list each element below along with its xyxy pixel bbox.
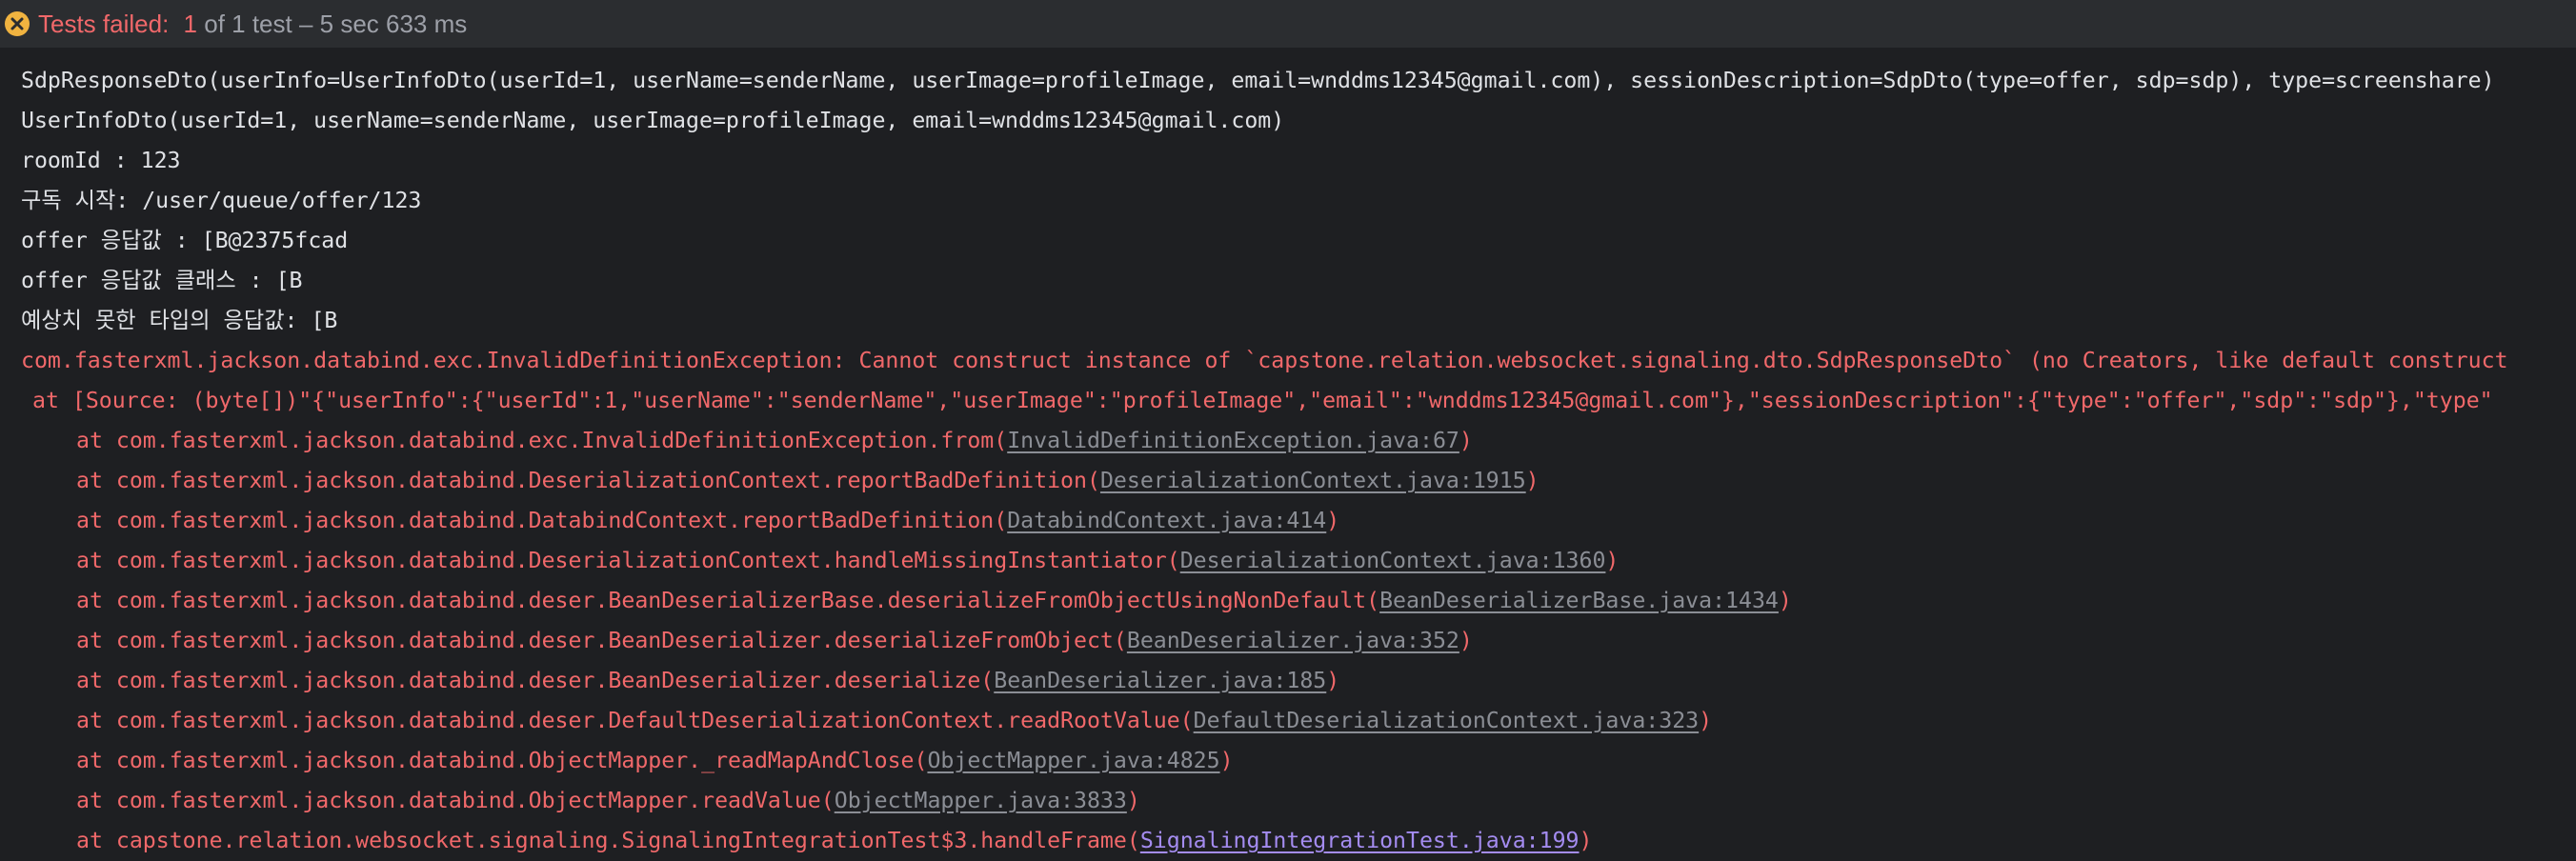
output-line: SdpResponseDto(userInfo=UserInfoDto(user…	[21, 68, 2495, 93]
stack-frame-link[interactable]: DatabindContext.java:414	[1007, 508, 1326, 533]
test-status-bar: Tests failed: 1 of 1 test – 5 sec 633 ms	[0, 0, 2576, 48]
stack-frame: at com.fasterxml.jackson.databind.exc.In…	[0, 421, 2576, 461]
stack-frame-link[interactable]: DeserializationContext.java:1915	[1100, 468, 1526, 493]
stack-frame-tail: )	[1459, 428, 1473, 453]
error-circle-icon	[4, 10, 30, 37]
tests-failed-label: Tests failed:	[38, 9, 170, 38]
stack-frame: at com.fasterxml.jackson.databind.deser.…	[0, 621, 2576, 661]
stack-frame-method: at com.fasterxml.jackson.databind.deser.…	[76, 588, 1380, 613]
stack-frame-tail: )	[1778, 588, 1792, 613]
stack-frame: at capstone.relation.websocket.signaling…	[0, 821, 2576, 861]
stack-frame-method: at com.fasterxml.jackson.databind.exc.In…	[76, 428, 1008, 453]
stack-frame-link[interactable]: DeserializationContext.java:1360	[1180, 548, 1606, 573]
stack-frame-link[interactable]: InvalidDefinitionException.java:67	[1007, 428, 1459, 453]
stack-frame-tail: )	[1459, 628, 1473, 653]
stack-frame-tail: )	[1605, 548, 1620, 573]
stack-frame-link[interactable]: ObjectMapper.java:4825	[927, 748, 1219, 773]
stack-frame-method: at com.fasterxml.jackson.databind.Databi…	[76, 508, 1008, 533]
stack-frame: at com.fasterxml.jackson.databind.deser.…	[0, 581, 2576, 621]
stack-frame-link[interactable]: ObjectMapper.java:3833	[835, 788, 1127, 813]
output-line: 예상치 못한 타입의 응답값: [B	[21, 308, 338, 333]
output-line: offer 응답값 클래스 : [B	[21, 268, 303, 293]
exception-source: at [Source: (byte[])"{"userInfo":{"userI…	[32, 388, 2493, 413]
stack-frame: at com.fasterxml.jackson.databind.Deseri…	[0, 541, 2576, 581]
stack-frame-method: at com.fasterxml.jackson.databind.Deseri…	[76, 548, 1180, 573]
stack-frame: at com.fasterxml.jackson.databind.Object…	[0, 741, 2576, 781]
stack-frame-method: at com.fasterxml.jackson.databind.Object…	[76, 788, 835, 813]
output-line: UserInfoDto(userId=1, userName=senderNam…	[21, 108, 1285, 133]
console-output[interactable]: SdpResponseDto(userInfo=UserInfoDto(user…	[0, 61, 2576, 861]
stack-frame: at com.fasterxml.jackson.databind.deser.…	[0, 661, 2576, 701]
stack-frame-tail: )	[1579, 828, 1593, 853]
stack-frame-method: at capstone.relation.websocket.signaling…	[76, 828, 1140, 853]
stack-frame-tail: )	[1699, 708, 1713, 733]
output-line: 구독 시작: /user/queue/offer/123	[21, 188, 422, 213]
stack-frame-tail: )	[1326, 508, 1340, 533]
output-line: roomId : 123	[21, 148, 181, 173]
stack-frame-method: at com.fasterxml.jackson.databind.deser.…	[76, 708, 1194, 733]
failed-count: 1	[183, 9, 197, 38]
stack-frame-tail: )	[1126, 788, 1140, 813]
stack-frame-link[interactable]: SignalingIntegrationTest.java:199	[1140, 828, 1580, 853]
test-summary: of 1 test – 5 sec 633 ms	[204, 9, 468, 38]
exception-message: com.fasterxml.jackson.databind.exc.Inval…	[21, 348, 2508, 373]
stack-frame-tail: )	[1525, 468, 1540, 493]
stack-frame: at com.fasterxml.jackson.databind.Object…	[0, 781, 2576, 821]
output-line: offer 응답값 : [B@2375fcad	[21, 228, 349, 253]
stack-frame-tail: )	[1219, 748, 1234, 773]
stack-frame-tail: )	[1326, 668, 1340, 693]
stack-frame-method: at com.fasterxml.jackson.databind.deser.…	[76, 668, 995, 693]
stack-frame-link[interactable]: BeanDeserializer.java:352	[1127, 628, 1459, 653]
stack-frame-link[interactable]: BeanDeserializer.java:185	[994, 668, 1326, 693]
stack-frame: at com.fasterxml.jackson.databind.Databi…	[0, 501, 2576, 541]
stack-frame: at com.fasterxml.jackson.databind.deser.…	[0, 701, 2576, 741]
stack-frame: at com.fasterxml.jackson.databind.Deseri…	[0, 461, 2576, 501]
stack-frame-method: at com.fasterxml.jackson.databind.Deseri…	[76, 468, 1100, 493]
stack-frame-method: at com.fasterxml.jackson.databind.deser.…	[76, 628, 1127, 653]
stack-frame-link[interactable]: DefaultDeserializationContext.java:323	[1194, 708, 1699, 733]
stack-frame-link[interactable]: BeanDeserializerBase.java:1434	[1379, 588, 1779, 613]
stack-frame-method: at com.fasterxml.jackson.databind.Object…	[76, 748, 928, 773]
